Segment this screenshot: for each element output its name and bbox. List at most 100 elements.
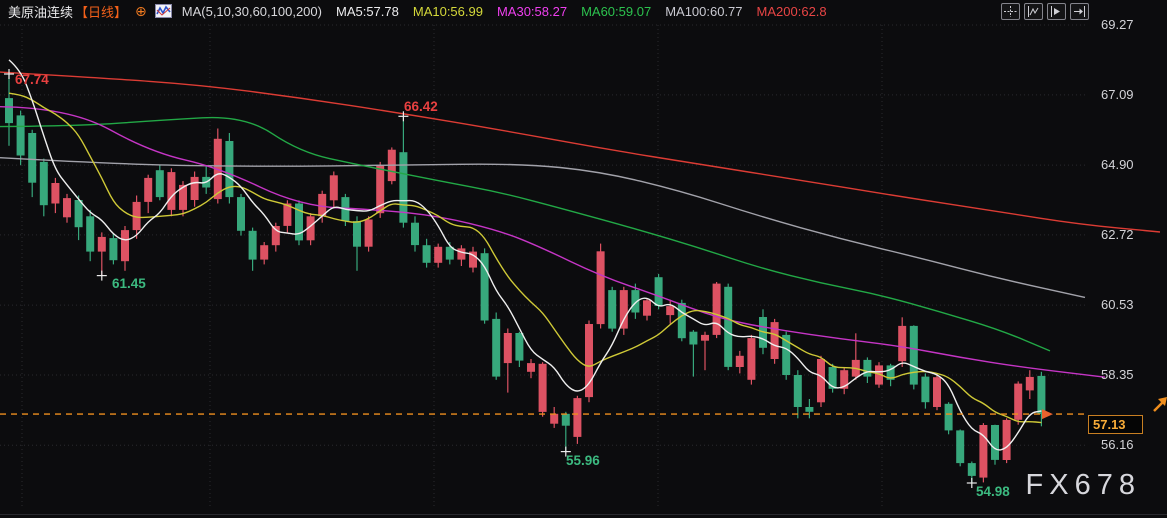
candle (910, 326, 918, 385)
candle (144, 178, 152, 202)
candle (167, 172, 175, 210)
axis-tick-label: 64.90 (1101, 157, 1134, 172)
ma-line-MA60 (0, 118, 1050, 351)
axis-tick-label: 62.72 (1101, 227, 1134, 242)
candle (5, 98, 13, 123)
add-indicator-icon[interactable]: ⊕ (135, 3, 147, 20)
candle (527, 363, 535, 372)
candle (1026, 377, 1034, 391)
candle (573, 398, 581, 437)
candle (701, 335, 709, 341)
chart-type-icon[interactable] (155, 4, 172, 18)
candle (237, 197, 245, 231)
fit-axis-left-icon[interactable] (1024, 3, 1043, 20)
candle (678, 303, 686, 338)
candle (620, 290, 628, 329)
candle (550, 414, 558, 424)
candle (330, 175, 338, 200)
candle (597, 251, 605, 324)
candle (504, 333, 512, 363)
candle (353, 221, 361, 247)
candle (713, 284, 721, 335)
candle (63, 198, 71, 217)
candle (945, 404, 953, 431)
candle (655, 277, 663, 306)
extreme-marker (4, 69, 14, 79)
candle (689, 332, 697, 345)
candle (863, 360, 871, 377)
symbol-name: 美原油连续 (8, 2, 73, 21)
ma60-value: MA60:59.07 (581, 4, 651, 19)
candle (40, 162, 48, 205)
candle (1003, 420, 1011, 460)
ma-line-MA10 (9, 93, 1041, 422)
candle (736, 356, 744, 367)
move-crosshair-icon[interactable] (1001, 3, 1020, 20)
candle (968, 463, 976, 476)
candle (817, 359, 825, 402)
candle (921, 377, 929, 403)
candle-series (5, 74, 1045, 483)
ma5-value: MA5:57.78 (336, 4, 399, 19)
candle (643, 300, 651, 315)
ma-line-MA30 (0, 107, 1105, 378)
extreme-marker (97, 271, 107, 281)
candle (492, 319, 500, 377)
price-arrow-icon (1042, 409, 1053, 419)
watermark-logo: FX678 (1026, 469, 1141, 502)
price-annotation: 55.96 (566, 453, 600, 468)
candle (747, 338, 755, 380)
candle (121, 230, 129, 261)
candle (249, 231, 257, 260)
pan-right-edge-icon[interactable] (1070, 3, 1089, 20)
candle (991, 425, 999, 460)
period-label: 【日线】 (75, 2, 127, 21)
candle (956, 430, 964, 463)
candle (771, 322, 779, 359)
candle (98, 237, 106, 252)
ma10-value: MA10:56.99 (413, 4, 483, 19)
price-annotation: 54.98 (976, 484, 1010, 499)
candle (829, 367, 837, 389)
ma-line-MA5 (9, 60, 1041, 450)
candle (51, 183, 59, 204)
ma200-value: MA200:62.8 (757, 4, 827, 19)
fit-axis-play-icon[interactable] (1047, 3, 1066, 20)
axis-tick-label: 56.16 (1101, 437, 1134, 452)
chart-header: 美原油连续 【日线】 ⊕ MA(5,10,30,60,100,200) MA5:… (0, 0, 1167, 22)
candle (933, 377, 941, 407)
chart-window: 67.74 66.42 61.45 55.96 54.98 美原油连续 【日线】 ⊕ M… (0, 0, 1167, 518)
candle (191, 177, 199, 200)
chart-toolbar (1001, 3, 1089, 20)
candle (608, 290, 616, 329)
axis-tick-label: 67.09 (1101, 87, 1134, 102)
candle (75, 200, 83, 227)
ma30-value: MA30:58.27 (497, 4, 567, 19)
price-annotation: 66.42 (404, 99, 438, 114)
axis-tick-label: 58.35 (1101, 367, 1134, 382)
price-annotation: 67.74 (15, 72, 49, 87)
price-annotation: 61.45 (112, 276, 146, 291)
candle (1037, 376, 1045, 414)
candle (562, 414, 570, 426)
candle (515, 333, 523, 361)
candle (457, 248, 465, 259)
current-price-label: 57.13 (1088, 415, 1143, 434)
candle (411, 223, 419, 245)
candle (28, 133, 36, 183)
price-axis[interactable]: 69.2767.0964.9062.7260.5358.3556.16 (1087, 22, 1167, 518)
axis-tick-label: 60.53 (1101, 297, 1134, 312)
ma-group-label: MA(5,10,30,60,100,200) (182, 4, 322, 19)
candle (86, 216, 94, 251)
candle (423, 245, 431, 263)
candle (109, 238, 117, 260)
candle (17, 115, 25, 155)
candle (805, 407, 813, 412)
candle (539, 364, 547, 412)
candle (365, 220, 373, 247)
candle (898, 326, 906, 361)
candle (434, 247, 442, 263)
candle (666, 306, 674, 315)
ma100-value: MA100:60.77 (665, 4, 742, 19)
candle (156, 170, 164, 197)
